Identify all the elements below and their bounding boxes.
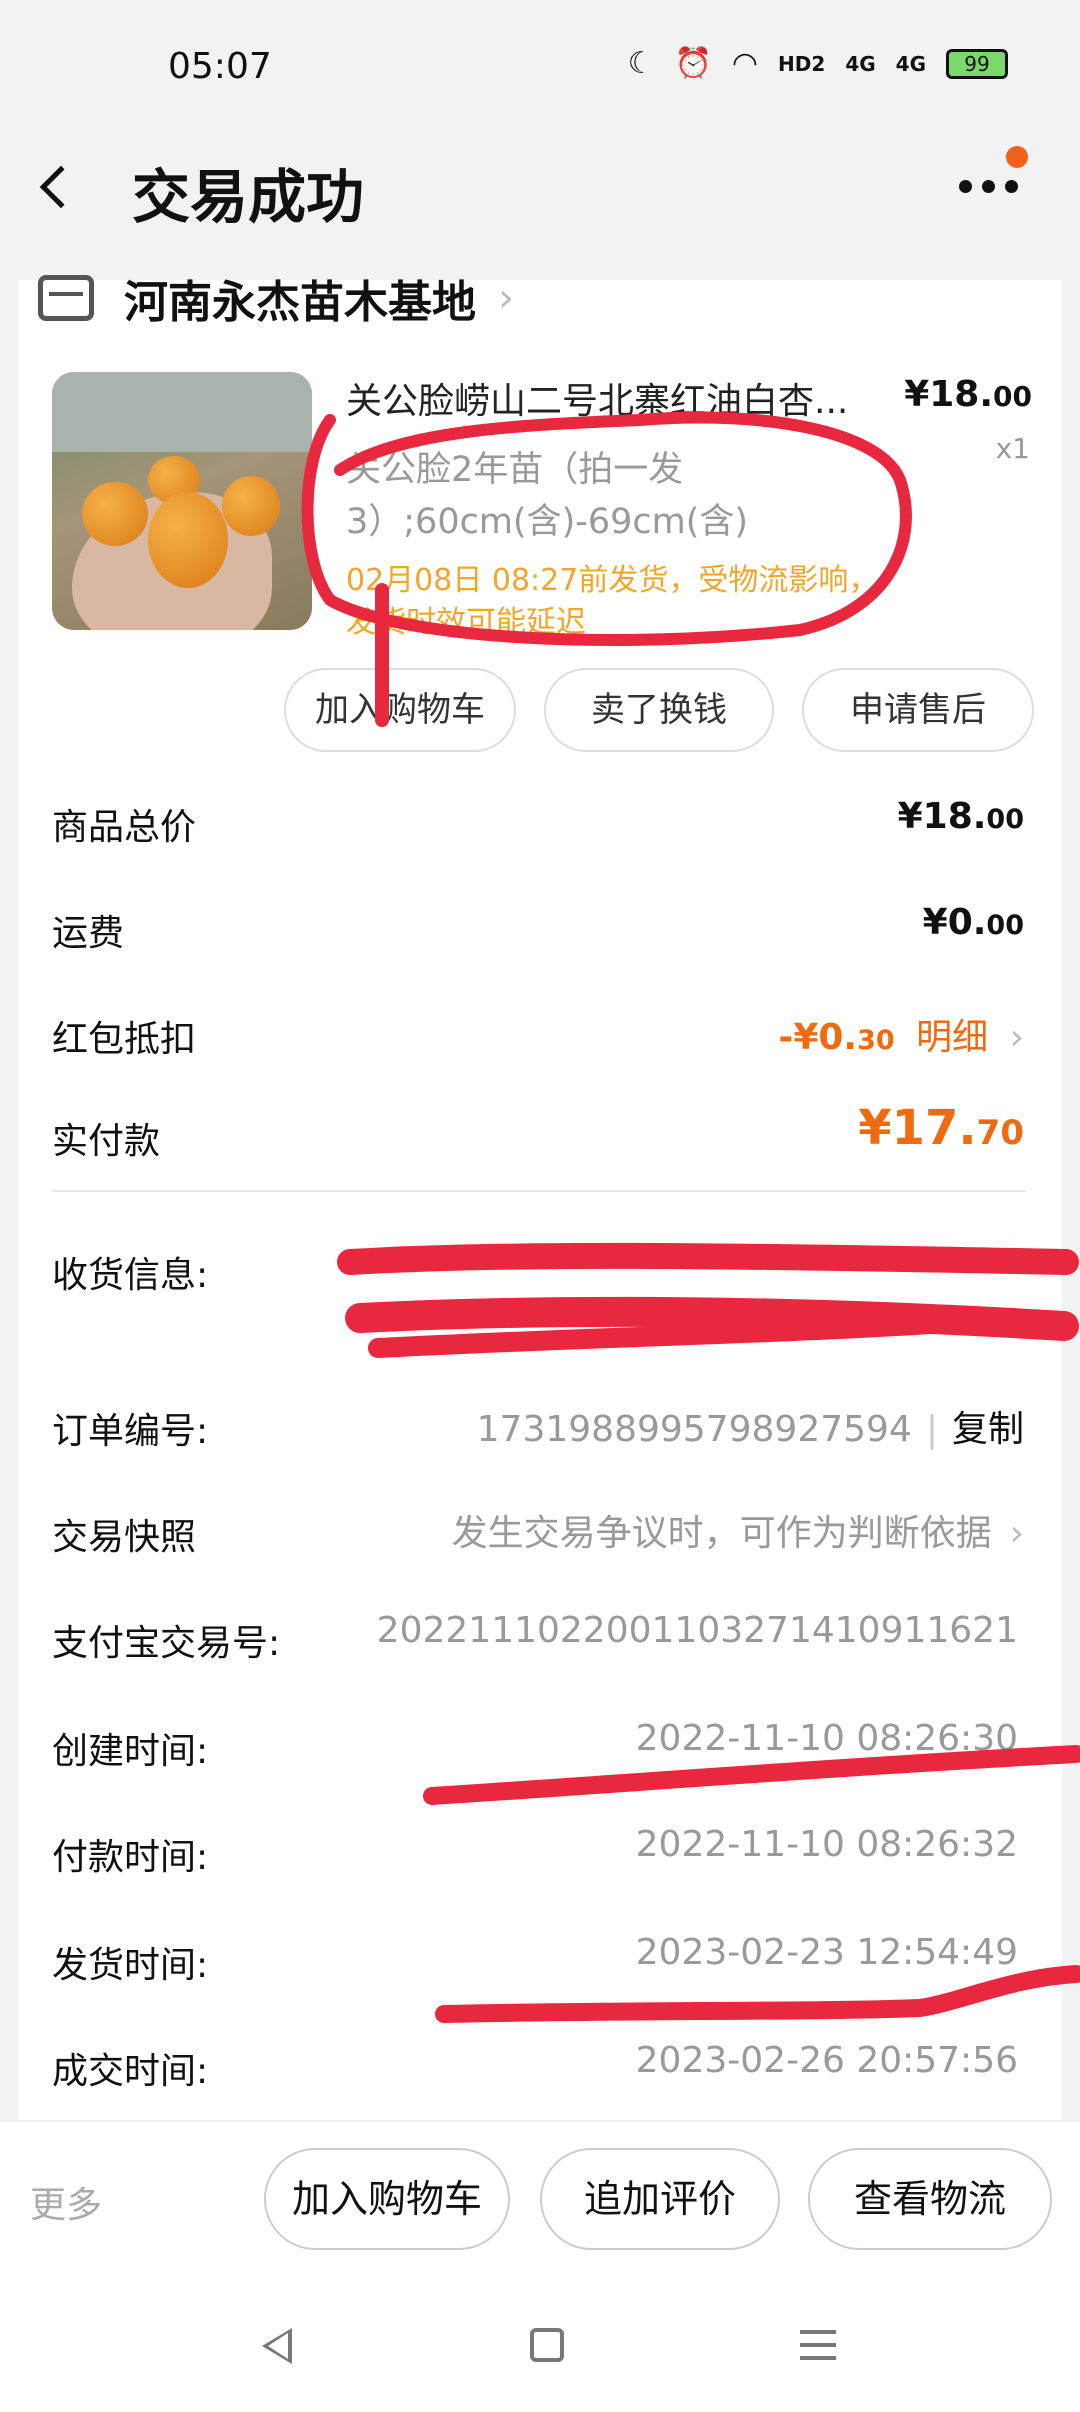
signal-icon-2: 4G: [895, 51, 926, 76]
alipay-number: 2022111022001103271410911621: [376, 1610, 1018, 1651]
goods-total-label: 商品总价: [52, 807, 197, 848]
product-title[interactable]: 关公脸崂山二号北寨红油白杏...: [346, 372, 906, 424]
alarm-icon: ⏰: [674, 46, 712, 81]
redpacket-value[interactable]: -¥0.30 明细 ›: [778, 1008, 1024, 1060]
more-button[interactable]: 更多: [30, 2176, 102, 2228]
page-title: 交易成功: [132, 163, 365, 231]
paid-label: 实付款: [52, 1121, 161, 1162]
hd-icon: HD2: [778, 51, 826, 76]
order-number-row: 1731988995798927594 | 复制: [476, 1409, 1024, 1450]
signal-icon-1: 4G: [845, 51, 876, 76]
add-to-cart-bottom-button[interactable]: 加入购物车: [264, 2148, 510, 2250]
notification-dot: [1006, 146, 1028, 168]
closed-time: 2023-02-26 20:57:56: [635, 2040, 1018, 2081]
nav-menu-icon[interactable]: [800, 2330, 836, 2369]
closed-label: 成交时间:: [52, 2051, 209, 2092]
after-sales-button[interactable]: 申请售后: [802, 668, 1034, 752]
add-review-button[interactable]: 追加评价: [540, 2148, 780, 2250]
created-time: 2022-11-10 08:26:30: [635, 1718, 1018, 1759]
product-image[interactable]: [52, 372, 312, 630]
shipping-note: 02月08日 08:27前发货，受物流影响，发货时效可能延迟: [346, 563, 879, 640]
paid-time: 2022-11-10 08:26:32: [635, 1824, 1018, 1865]
paid-time-label: 付款时间:: [52, 1837, 209, 1878]
shipping-value: ¥0.00: [922, 902, 1024, 943]
goods-total-value: ¥18.00: [897, 796, 1024, 837]
sell-button[interactable]: 卖了换钱: [544, 668, 774, 752]
chevron-right-icon: ›: [1009, 1017, 1024, 1058]
shipped-label: 发货时间:: [52, 1945, 209, 1986]
status-icons: ☾ ⏰ ◠ HD2 4G 4G 99: [628, 46, 1008, 81]
redpacket-label: 红包抵扣: [52, 1019, 197, 1060]
wifi-icon: ◠: [731, 46, 759, 81]
store-link[interactable]: 河南永杰苗木基地 ›: [38, 266, 514, 330]
view-logistics-button[interactable]: 查看物流: [808, 2148, 1052, 2250]
status-time: 05:07: [168, 46, 272, 87]
chevron-right-icon: ›: [498, 275, 514, 321]
product-spec: 关公脸2年苗（拍一发3）;60cm(含)-69cm(含): [346, 450, 749, 542]
order-number-label: 订单编号:: [52, 1411, 209, 1452]
status-bar: 05:07 ☾ ⏰ ◠ HD2 4G 4G 99: [0, 0, 1080, 130]
shipped-time: 2023-02-23 12:54:49: [635, 1932, 1018, 1973]
address-label: 收货信息:: [52, 1255, 209, 1296]
add-to-cart-button[interactable]: 加入购物车: [284, 668, 516, 752]
product-price: ¥18.00: [904, 374, 1032, 415]
more-icon[interactable]: [959, 180, 1018, 193]
paid-value: ¥17.70: [858, 1100, 1024, 1156]
product-quantity: x1: [995, 432, 1030, 465]
order-number: 1731988995798927594: [476, 1409, 912, 1450]
nav-back-icon[interactable]: [262, 2328, 292, 2364]
snapshot-link[interactable]: 发生交易争议时，可作为判断依据 ›: [452, 1504, 1024, 1556]
shipping-label: 运费: [52, 913, 125, 954]
divider: [52, 1190, 1026, 1192]
chevron-right-icon: ›: [1009, 1513, 1024, 1554]
battery-icon: 99: [946, 48, 1008, 79]
created-label: 创建时间:: [52, 1731, 209, 1772]
store-icon: [38, 275, 94, 321]
alipay-label: 支付宝交易号:: [52, 1623, 281, 1664]
nav-home-icon[interactable]: [530, 2328, 564, 2362]
snapshot-label: 交易快照: [52, 1517, 197, 1558]
store-name: 河南永杰苗木基地: [124, 277, 476, 328]
copy-button[interactable]: 复制: [952, 1409, 1024, 1450]
moon-icon: ☾: [627, 46, 655, 81]
redpacket-detail-link[interactable]: 明细: [916, 1017, 988, 1058]
